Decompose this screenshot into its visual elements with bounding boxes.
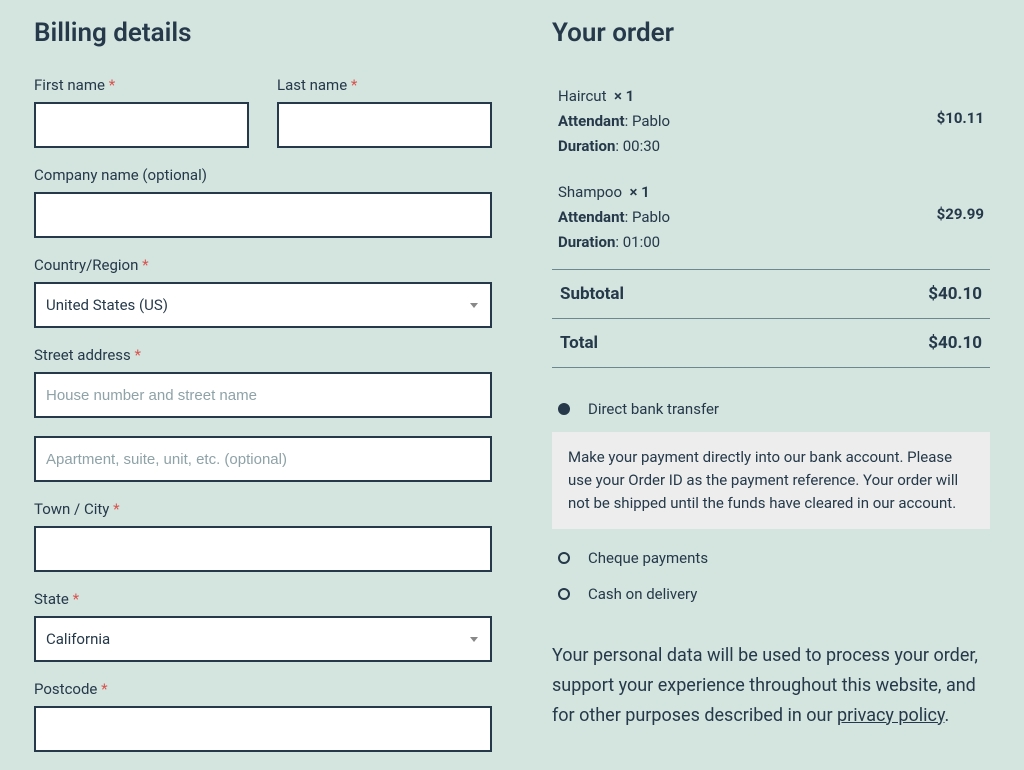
subtotal-label: Subtotal	[560, 284, 624, 304]
privacy-policy-link[interactable]: privacy policy	[837, 705, 945, 726]
order-item: Shampoo × 1 Attendant: Pablo Duration: 0…	[552, 172, 990, 268]
chevron-down-icon	[470, 303, 478, 308]
required-asterisk: *	[351, 76, 357, 94]
company-label: Company name (optional)	[34, 166, 492, 184]
payment-methods: Direct bank transfer Make your payment d…	[552, 396, 990, 608]
city-input[interactable]	[34, 526, 492, 572]
payment-label: Cheque payments	[588, 549, 708, 567]
attendant-value: Pablo	[632, 208, 670, 226]
item-qty: × 1	[614, 87, 634, 105]
street-address-1-input[interactable]	[34, 372, 492, 418]
attendant-label: Attendant	[558, 208, 625, 226]
first-name-input[interactable]	[34, 102, 249, 148]
payment-option-cod[interactable]: Cash on delivery	[552, 581, 990, 607]
payment-label: Cash on delivery	[588, 585, 697, 603]
last-name-input[interactable]	[277, 102, 492, 148]
payment-option-direct-bank[interactable]: Direct bank transfer	[552, 396, 990, 422]
item-price: $10.11	[937, 106, 984, 131]
required-asterisk: *	[109, 76, 115, 94]
required-asterisk: *	[73, 590, 79, 608]
attendant-value: Pablo	[632, 112, 670, 130]
radio-icon	[558, 588, 570, 600]
attendant-label: Attendant	[558, 112, 625, 130]
radio-icon	[558, 403, 570, 415]
last-name-label: Last name *	[277, 76, 492, 94]
postcode-label: Postcode *	[34, 680, 492, 698]
state-label: State *	[34, 590, 492, 608]
first-name-label: First name *	[34, 76, 249, 94]
postcode-input[interactable]	[34, 706, 492, 752]
required-asterisk: *	[135, 346, 141, 364]
payment-label: Direct bank transfer	[588, 400, 719, 418]
order-items: Haircut × 1 Attendant: Pablo Duration: 0…	[552, 76, 990, 269]
required-asterisk: *	[113, 500, 119, 518]
order-heading: Your order	[552, 18, 990, 48]
item-qty: × 1	[629, 183, 649, 201]
street-address-2-input[interactable]	[34, 436, 492, 482]
order-section: Your order Haircut × 1 Attendant: Pablo …	[552, 18, 990, 770]
required-asterisk: *	[142, 256, 148, 274]
item-name: Haircut	[558, 87, 606, 105]
duration-value: 00:30	[623, 137, 660, 155]
privacy-notice: Your personal data will be used to proce…	[552, 641, 990, 730]
country-select[interactable]: United States (US)	[34, 282, 492, 328]
item-name: Shampoo	[558, 183, 622, 201]
duration-value: 01:00	[623, 233, 660, 251]
city-label: Town / City *	[34, 500, 492, 518]
payment-description: Make your payment directly into our bank…	[552, 432, 990, 530]
order-item: Haircut × 1 Attendant: Pablo Duration: 0…	[552, 76, 990, 172]
required-asterisk: *	[101, 680, 107, 698]
radio-icon	[558, 552, 570, 564]
state-select[interactable]: California	[34, 616, 492, 662]
country-label: Country/Region *	[34, 256, 492, 274]
total-value: $40.10	[928, 333, 982, 353]
subtotal-row: Subtotal $40.10	[552, 270, 990, 319]
payment-option-cheque[interactable]: Cheque payments	[552, 545, 990, 571]
duration-label: Duration	[558, 233, 615, 251]
chevron-down-icon	[470, 637, 478, 642]
item-price: $29.99	[937, 202, 984, 227]
country-value: United States (US)	[46, 296, 470, 314]
total-row: Total $40.10	[552, 319, 990, 368]
billing-section: Billing details First name * Last name *…	[34, 18, 492, 770]
billing-heading: Billing details	[34, 18, 492, 48]
total-label: Total	[560, 333, 598, 353]
state-value: California	[46, 630, 470, 648]
company-input[interactable]	[34, 192, 492, 238]
order-totals: Subtotal $40.10 Total $40.10	[552, 269, 990, 368]
subtotal-value: $40.10	[928, 284, 982, 304]
street-label: Street address *	[34, 346, 492, 364]
duration-label: Duration	[558, 137, 615, 155]
